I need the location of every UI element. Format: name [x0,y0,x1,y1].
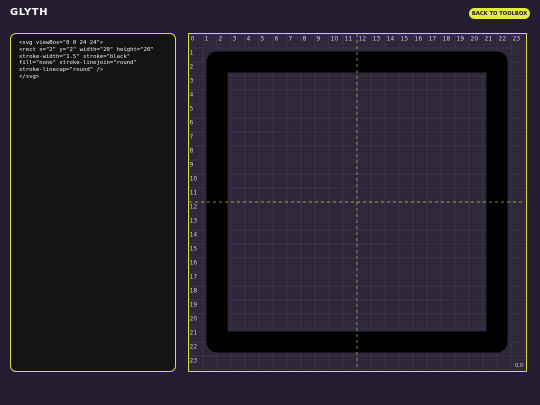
code-line: fill="none" stroke-linejoin="round" [19,60,137,67]
ruler-label-y: 1 [190,50,194,57]
ruler-label-y: 13 [190,218,198,225]
back-to-toolbox-button[interactable]: BACK TO TOOLBOX [469,8,530,19]
ruler-label-x: 14 [387,36,395,43]
code-line: stroke-width="1.5" stroke="black" [19,53,131,60]
ruler-label-y: 21 [190,330,198,337]
canvas-panel[interactable]: 0 1 1 2 2 3 3 4 4 5 5 6 6 7 7 8 8 9 9 10 10 11 11 12 12 13 13 14 14 1… [188,33,527,372]
code-editor-text[interactable]: <svg viewBox="0 0 24 24"> <rect x="2" y="… [19,40,167,81]
ruler-label-y: 7 [190,134,194,141]
ruler-label-y: 8 [190,148,194,155]
code-line: <rect x="2" y="2" width="20" height="20" [19,46,154,53]
ruler-label-x: 12 [359,36,367,43]
ruler-label-y: 15 [190,246,198,253]
ruler-label-x: 18 [443,36,451,43]
ruler-label-y: 17 [190,274,198,281]
ruler-label-y: 23 [190,358,198,365]
ruler-label-x: 7 [289,36,293,43]
code-line: </svg> [19,73,40,80]
ruler-label-x: 9 [317,36,321,43]
ruler-label-x: 15 [401,36,409,43]
top-bar: GLYTH BACK TO TOOLBOX [0,0,540,28]
ruler-label-x: 6 [275,36,279,43]
ruler-label-y: 22 [190,344,198,351]
code-editor-panel[interactable]: <svg viewBox="0 0 24 24"> <rect x="2" y="… [10,33,176,372]
ruler-label-x: 17 [429,36,437,43]
ruler-label-x: 4 [247,36,251,43]
ruler-label-y: 11 [190,190,198,197]
ruler-label-y: 3 [190,78,194,85]
code-line: stroke-linecap="round" /> [19,67,104,74]
ruler-label-y: 12 [190,204,198,211]
ruler-label-x: 23 [513,36,521,43]
ruler-label-y: 16 [190,260,198,267]
ruler-label-y: 19 [190,302,198,309]
ruler-label-x: 5 [261,36,265,43]
ruler-label-x: 20 [471,36,479,43]
ruler-label-x: 1 [205,36,209,43]
ruler-label-x: 22 [499,36,507,43]
ruler-label-y: 5 [190,106,194,113]
ruler-label-y: 4 [190,92,194,99]
ruler-label-x: 11 [345,36,353,43]
ruler-label-x: 21 [485,36,493,43]
app-logo: GLYTH [10,7,48,18]
ruler-label-y: 10 [190,176,198,183]
icon-canvas[interactable]: 0 112233445566778899101011111212131314141… [189,34,525,370]
ruler-label-y: 9 [190,162,194,169]
ruler-label-y: 14 [190,232,198,239]
ruler-label-x: 3 [233,36,237,43]
code-line: <svg viewBox="0 0 24 24"> [19,40,104,46]
ruler-label-y: 20 [190,316,198,323]
ruler-label-x: 13 [373,36,381,43]
ruler-label-x: 16 [415,36,423,43]
ruler-label-y: 2 [190,64,194,71]
ruler-label-x: 8 [303,36,307,43]
ruler-label-y: 6 [190,120,194,127]
ruler-label-x: 10 [331,36,339,43]
cursor-readout: 0,0 [515,363,523,369]
ruler-label-x: 2 [219,36,223,43]
ruler-label-x: 0 [191,36,195,43]
ruler-label-x: 19 [457,36,465,43]
ruler-label-y: 18 [190,288,198,295]
